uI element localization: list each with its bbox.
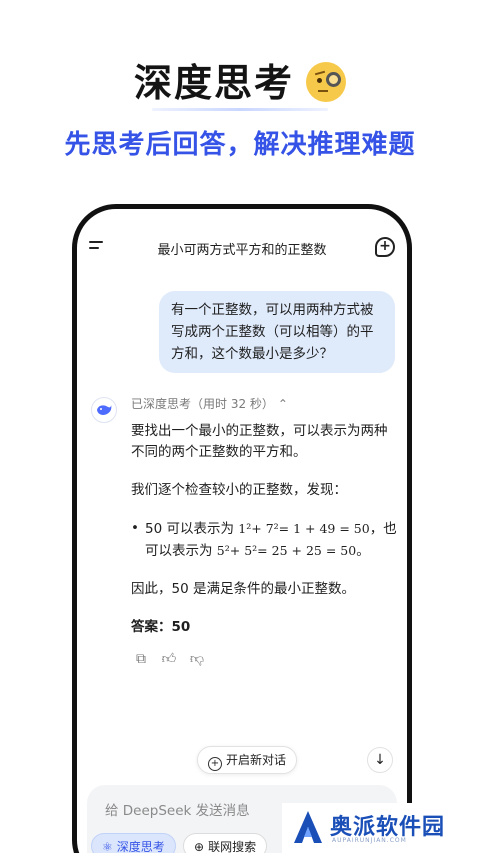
menu-icon[interactable]: [89, 241, 103, 255]
phone-frame: 最小可两方式平方和的正整数 + 有一个正整数，可以用两种方式被写成两个正整数（可…: [72, 204, 412, 853]
watermark: 奥派软件园 AUPAIRUNJIAN.COM: [282, 803, 480, 853]
globe-icon: ⊕: [194, 840, 205, 853]
web-search-label: 联网搜索: [208, 840, 257, 853]
math-expression: 1²+ 7²= 1 + 49 = 50: [238, 521, 370, 536]
copy-icon[interactable]: ⧉: [133, 651, 149, 667]
message-input[interactable]: 给 DeepSeek 发送消息: [105, 799, 250, 819]
answer-paragraph: 我们逐个检查较小的正整数，发现：: [131, 482, 347, 498]
message-actions: ⧉ 👍︎ 👎︎: [133, 651, 205, 667]
final-answer: 答案：50: [131, 619, 191, 635]
thinking-monocle-emoji-icon: [306, 61, 346, 102]
thinking-status-text: 已深度思考（用时 32 秒）: [131, 397, 274, 411]
promo-title: 深度思考: [0, 52, 480, 107]
atom-icon: ⚛: [102, 840, 113, 853]
math-expression: 5²+ 5²= 25 + 25 = 50: [216, 543, 357, 558]
bullet-lead-text: 50 可以表示为: [145, 521, 234, 537]
answer-bullet: • 50 可以表示为 1²+ 7²= 1 + 49 = 50，也可以表示为 5²…: [131, 518, 397, 562]
web-search-toggle[interactable]: ⊕ 联网搜索: [183, 833, 268, 853]
watermark-logo-icon: [294, 811, 322, 843]
watermark-domain: AUPAIRUNJIAN.COM: [332, 837, 407, 844]
answer-paragraph: 要找出一个最小的正整数，可以表示为两种不同的两个正整数的平方和。: [131, 423, 388, 460]
chat-title: 最小可两方式平方和的正整数: [157, 243, 327, 258]
scroll-down-button[interactable]: ↓: [367, 747, 393, 773]
answer-paragraph: 因此，50 是满足条件的最小正整数。: [131, 581, 355, 597]
arrow-down-icon: ↓: [374, 752, 386, 768]
bullet-end-text: 。: [356, 543, 370, 559]
user-message-bubble: 有一个正整数，可以用两种方式被写成两个正整数（可以相等）的平方和，这个数最小是多…: [159, 291, 395, 373]
deep-think-label: 深度思考: [116, 840, 165, 853]
assistant-answer: 要找出一个最小的正整数，可以表示为两种不同的两个正整数的平方和。 我们逐个检查较…: [131, 421, 397, 648]
thumbs-down-icon[interactable]: 👎︎: [189, 651, 205, 667]
promo-title-underline: [152, 108, 328, 111]
deep-think-toggle[interactable]: ⚛ 深度思考: [91, 833, 176, 853]
plus-circle-icon: +: [208, 757, 222, 771]
deepseek-whale-icon: [91, 397, 117, 423]
promo-title-text: 深度思考: [133, 61, 294, 105]
thinking-status-toggle[interactable]: 已深度思考（用时 32 秒） ⌃: [131, 395, 288, 412]
new-chat-label: 开启新对话: [226, 753, 287, 767]
new-chat-icon[interactable]: +: [375, 237, 395, 257]
new-chat-button[interactable]: + 开启新对话: [197, 746, 298, 774]
bullet-dot: •: [131, 520, 139, 536]
chevron-up-icon: ⌃: [277, 397, 288, 411]
chat-header: 最小可两方式平方和的正整数 +: [77, 233, 407, 263]
bullet-content: 50 可以表示为 1²+ 7²= 1 + 49 = 50，也可以表示为 5²+ …: [145, 518, 397, 562]
thumbs-up-icon[interactable]: 👍︎: [161, 651, 177, 667]
promo-subtitle: 先思考后回答，解决推理难题: [64, 130, 416, 160]
